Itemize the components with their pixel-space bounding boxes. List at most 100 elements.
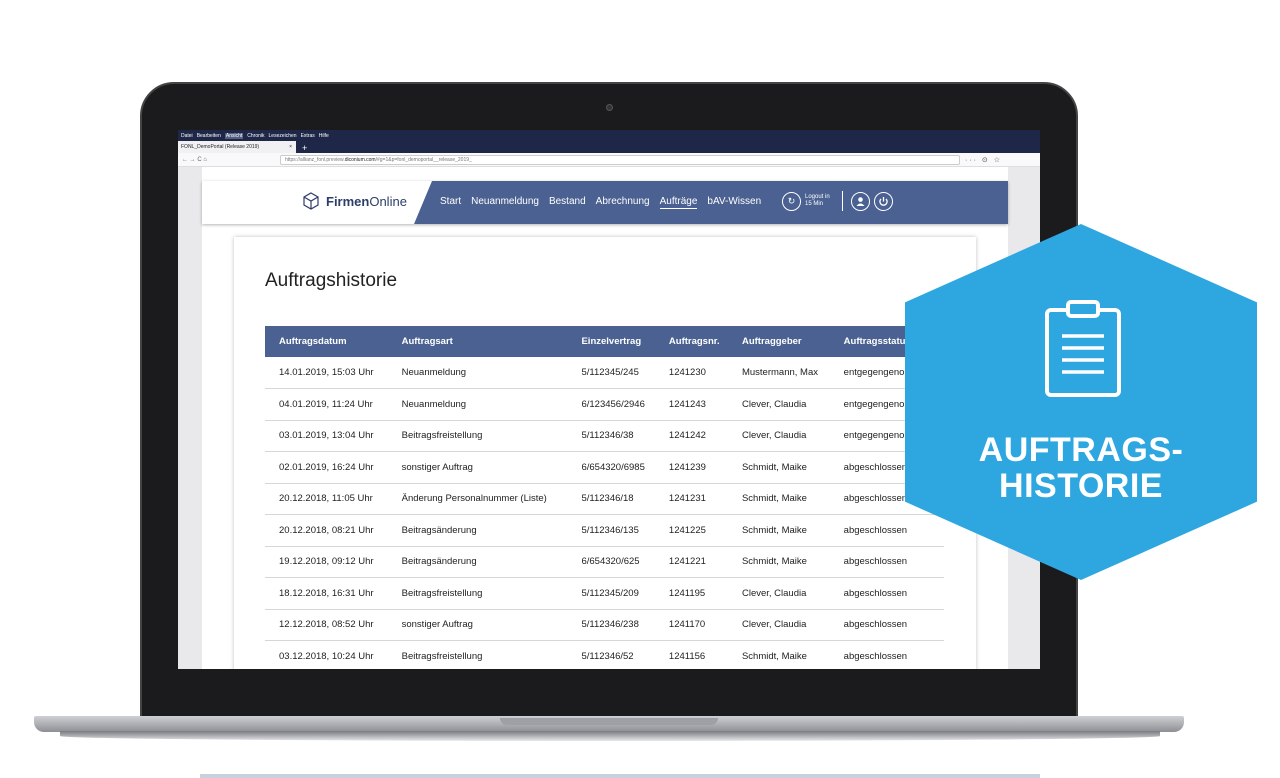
laptop-camera <box>606 104 613 111</box>
table-row[interactable]: 02.01.2019, 16:24 Uhr sonstiger Auftrag 6/… <box>265 451 944 484</box>
column-header-auftragsdatum[interactable]: Auftragsdatum <box>265 326 388 357</box>
table-cell: sonstiger Auftrag <box>387 451 568 484</box>
browser-menubar: Datei Bearbeiten Ansicht Chronik Lesezei… <box>178 130 1040 141</box>
menu-item-bearbeiten[interactable]: Bearbeiten <box>197 133 221 139</box>
tab-close-icon[interactable]: × <box>289 144 292 153</box>
app-header: FirmenOnline Start Neuanmeldung Bestand … <box>202 181 1008 224</box>
user-icon[interactable] <box>850 191 870 211</box>
table-cell: 20.12.2018, 08:21 Uhr <box>265 514 388 547</box>
table-cell: Beitragsänderung <box>387 546 568 578</box>
cube-icon <box>303 192 319 210</box>
table-cell: 6/123456/2946 <box>567 388 655 421</box>
tab-title: FONL_DemoPortal (Release 2019) <box>181 144 260 150</box>
table-cell: Änderung Personalnummer (Liste) <box>387 483 568 515</box>
url-field[interactable]: https://allianz_fonl.preview.diconium.co… <box>279 154 960 165</box>
table-cell: abgeschlossen <box>829 609 944 641</box>
browser-tab[interactable]: FONL_DemoPortal (Release 2019) × <box>178 141 296 153</box>
table-cell: 04.01.2019, 11:24 Uhr <box>265 388 388 421</box>
table-cell: 1241239 <box>654 451 728 484</box>
nav-neuanmeldung[interactable]: Neuanmeldung <box>471 196 539 209</box>
laptop-base-shadow <box>60 731 1160 741</box>
table-row[interactable]: 03.01.2019, 13:04 Uhr Beitragsfreistellun… <box>265 420 944 452</box>
ground-line <box>200 774 1040 778</box>
table-cell: 03.01.2019, 13:04 Uhr <box>265 420 388 452</box>
logout-timer: Logout in 15 Min <box>805 194 830 207</box>
nav-bestand[interactable]: Bestand <box>549 196 586 209</box>
table-cell: 5/112346/38 <box>567 420 655 452</box>
browser-addressbar: ← → C ⌂ https://allianz_fonl.preview.dic… <box>178 153 1040 167</box>
table-cell: 1241231 <box>654 483 728 515</box>
table-cell: 5/112346/18 <box>567 483 655 515</box>
nav-abrechnung[interactable]: Abrechnung <box>596 196 650 209</box>
nav-start[interactable]: Start <box>440 196 461 209</box>
menu-item-datei[interactable]: Datei <box>181 133 193 139</box>
table-cell: Schmidt, Maike <box>727 483 830 515</box>
table-row[interactable]: 14.01.2019, 15:03 Uhr Neuanmeldung 5/11234… <box>265 357 944 389</box>
table-row[interactable]: 19.12.2018, 09:12 Uhr Beitragsänderung 6/6… <box>265 546 944 578</box>
menu-item-extras[interactable]: Extras <box>301 133 315 139</box>
power-icon[interactable] <box>873 191 893 211</box>
column-header-auftraggeber[interactable]: Auftraggeber <box>728 326 830 357</box>
browser-toolbar-icons[interactable]: ··· ⊙ ☆ <box>965 156 1002 164</box>
table-cell: 1241170 <box>654 609 728 641</box>
table-cell: 1241221 <box>654 546 728 578</box>
table-cell: Clever, Claudia <box>727 420 830 452</box>
table-cell: 5/112346/52 <box>567 640 655 669</box>
new-tab-button[interactable]: + <box>302 143 307 153</box>
table-cell: 5/112346/238 <box>567 609 655 641</box>
table-cell: abgeschlossen <box>829 577 944 610</box>
table-cell: 5/112346/135 <box>567 514 655 547</box>
browser-tabbar: FONL_DemoPortal (Release 2019) × + <box>178 141 1040 153</box>
menu-item-chronik[interactable]: Chronik <box>247 133 264 139</box>
table-cell: Clever, Claudia <box>727 388 830 421</box>
browser-nav-icons[interactable]: ← → C ⌂ <box>182 157 207 163</box>
table-cell: 19.12.2018, 09:12 Uhr <box>265 546 388 578</box>
menu-item-lesezeichen[interactable]: Lesezeichen <box>269 133 297 139</box>
badge-title: AUFTRAGS- HISTORIE <box>978 431 1184 505</box>
firmenonline-logo[interactable]: FirmenOnline <box>302 192 407 210</box>
table-cell: Beitragsfreistellung <box>387 577 568 610</box>
clipboard-icon <box>1045 300 1121 397</box>
nav-bav-wissen[interactable]: bAV-Wissen <box>707 196 761 209</box>
table-cell: Clever, Claudia <box>727 609 830 641</box>
table-cell: 02.01.2019, 16:24 Uhr <box>265 451 388 484</box>
table-cell: 12.12.2018, 08:52 Uhr <box>265 609 388 641</box>
table-row[interactable]: 12.12.2018, 08:52 Uhr sonstiger Auftrag 5/… <box>265 609 944 641</box>
stage: Datei Bearbeiten Ansicht Chronik Lesezei… <box>0 0 1280 778</box>
orders-table: Auftragsdatum Auftragsart Einzelvertrag … <box>265 326 944 669</box>
table-cell: Schmidt, Maike <box>727 546 830 578</box>
column-header-einzelvertrag[interactable]: Einzelvertrag <box>567 326 654 357</box>
table-cell: 5/112345/245 <box>567 357 655 389</box>
table-cell: 1241230 <box>654 357 728 389</box>
table-cell: 5/112345/209 <box>567 577 655 610</box>
table-row[interactable]: 03.12.2018, 10:24 Uhr Beitragsfreistellun… <box>265 640 944 669</box>
page-title: Auftragshistorie <box>265 270 398 291</box>
table-cell: Schmidt, Maike <box>727 640 830 669</box>
laptop-notch <box>500 718 718 725</box>
table-cell: Clever, Claudia <box>727 577 830 610</box>
table-cell: 03.12.2018, 10:24 Uhr <box>265 640 388 669</box>
menu-item-ansicht[interactable]: Ansicht <box>224 132 244 139</box>
table-row[interactable]: 04.01.2019, 11:24 Uhr Neuanmeldung 6/12345… <box>265 388 944 421</box>
table-cell: Beitragsänderung <box>387 514 568 547</box>
table-cell: Schmidt, Maike <box>727 514 830 547</box>
table-cell: 1241195 <box>654 577 728 610</box>
header-actions: ↻ Logout in 15 Min <box>782 191 893 211</box>
table-cell: 1241225 <box>654 514 728 547</box>
table-cell: Beitragsfreistellung <box>387 420 568 452</box>
table-row[interactable]: 20.12.2018, 08:21 Uhr Beitragsänderung 5/1… <box>265 514 944 547</box>
column-header-auftragsnr[interactable]: Auftragsnr. <box>655 326 728 357</box>
table-cell: 1241242 <box>654 420 728 452</box>
table-row[interactable]: 18.12.2018, 16:31 Uhr Beitragsfreistellun… <box>265 577 944 610</box>
table-cell: abgeschlossen <box>829 640 944 669</box>
menu-item-hilfe[interactable]: Hilfe <box>319 133 329 139</box>
table-cell: 1241156 <box>654 640 728 669</box>
nav-auftraege[interactable]: Aufträge <box>659 196 698 209</box>
table-cell: 6/654320/625 <box>567 546 655 578</box>
table-cell: Mustermann, Max <box>727 357 830 389</box>
column-header-auftragsart[interactable]: Auftragsart <box>388 326 568 357</box>
page-column: FirmenOnline Start Neuanmeldung Bestand … <box>202 167 1008 669</box>
table-row[interactable]: 20.12.2018, 11:05 Uhr Änderung Personalnu… <box>265 483 944 515</box>
refresh-session-icon[interactable]: ↻ <box>782 191 801 211</box>
table-cell: abgeschlossen <box>829 514 944 547</box>
